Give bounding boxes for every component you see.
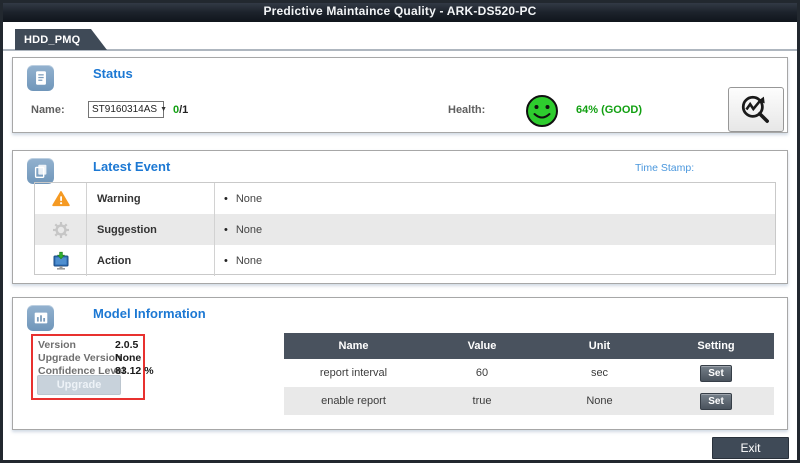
event-row-action: Action • None [35,245,775,276]
device-count: 0/1 [173,104,188,116]
chevron-down-icon: ▼ [160,106,167,113]
copy-icon [27,158,54,184]
event-value-text: None [236,193,262,205]
window-title: Predictive Maintaince Quality - ARK-DS52… [263,4,536,18]
settings-table: Name Value Unit Setting report interval … [284,333,774,415]
bullet-icon: • [224,255,228,267]
name-select-value: ST9160314AS [92,104,157,115]
event-value: • None [215,255,775,267]
model-information-title: Model Information [93,306,206,321]
version-label: Version [38,339,115,352]
column-header-value: Value [423,333,541,359]
event-row-warning: Warning • None [35,183,775,214]
time-stamp-label: Time Stamp: [635,162,694,174]
event-label: Action [87,245,215,276]
tab-strip-line [3,49,797,51]
trend-magnifier-icon [739,93,773,127]
upgrade-version-row: Upgrade Version None [38,352,139,365]
table-row-enable-report: enable report true None Set [284,387,774,415]
cell-unit: sec [541,359,658,387]
name-label: Name: [31,104,65,116]
cell-setting: Set [658,359,774,387]
health-value: 64% (GOOD) [576,104,642,116]
event-value-text: None [236,255,262,267]
bullet-icon: • [224,193,228,205]
event-table: Warning • None [34,182,776,275]
health-label: Health: [448,104,485,116]
version-value: 2.0.5 [115,339,138,352]
set-report-interval-button[interactable]: Set [700,365,732,382]
latest-event-section: Latest Event Time Stamp: Warning • None [12,150,788,284]
cell-name: enable report [284,387,423,415]
upgrade-button[interactable]: Upgrade [37,375,121,395]
version-row: Version 2.0.5 [38,339,139,352]
event-label: Suggestion [87,214,215,245]
warning-icon [35,183,87,214]
cell-setting: Set [658,387,774,415]
suggestion-gear-icon [35,214,87,245]
table-row-report-interval: report interval 60 sec Set [284,359,774,387]
upgrade-version-label: Upgrade Version [38,352,115,365]
status-title: Status [93,66,133,81]
set-enable-report-button[interactable]: Set [700,393,732,410]
title-bar: Predictive Maintaince Quality - ARK-DS52… [0,0,800,22]
health-smiley-icon [525,94,559,128]
device-count-total: /1 [179,104,188,116]
settings-table-header: Name Value Unit Setting [284,333,774,359]
latest-event-title: Latest Event [93,159,170,174]
cell-value: true [423,387,541,415]
document-icon [27,65,54,91]
column-header-unit: Unit [541,333,658,359]
column-header-name: Name [284,333,423,359]
event-row-suggestion: Suggestion • None [35,214,775,245]
upgrade-version-value: None [115,352,141,365]
event-label: Warning [87,183,215,214]
action-monitor-icon [35,245,87,276]
bullet-icon: • [224,224,228,236]
event-value-text: None [236,224,262,236]
cell-unit: None [541,387,658,415]
bar-chart-icon [27,305,54,331]
event-value: • None [215,224,775,236]
app-window: Predictive Maintaince Quality - ARK-DS52… [0,0,800,463]
event-value: • None [215,193,775,205]
column-header-setting: Setting [658,333,774,359]
analysis-button[interactable] [728,87,784,132]
cell-value: 60 [423,359,541,387]
status-section: Status Name: ST9160314AS ▼ 0/1 Health: 6… [12,57,788,133]
tab-hdd-pmq[interactable]: HDD_PMQ [15,29,107,50]
model-information-section: Model Information Version 2.0.5 Upgrade … [12,297,788,430]
cell-name: report interval [284,359,423,387]
name-select[interactable]: ST9160314AS ▼ [88,101,164,118]
exit-button[interactable]: Exit [712,437,789,459]
tab-label: HDD_PMQ [15,34,80,46]
